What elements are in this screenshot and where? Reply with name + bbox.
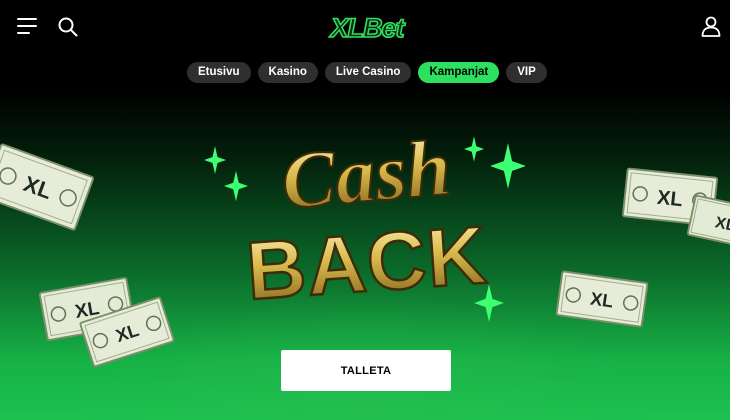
search-icon[interactable] <box>57 16 79 38</box>
money-bill-right-mid: XL <box>555 270 649 328</box>
tab-live-casino[interactable]: Live Casino <box>324 62 412 83</box>
tab-etusivu[interactable]: Etusivu <box>187 62 251 83</box>
site-header: XLBet Etusivu Kasino Live Casino Kampanj… <box>0 0 730 88</box>
tab-kampanjat[interactable]: Kampanjat <box>418 62 500 83</box>
category-nav: Etusivu Kasino Live Casino Kampanjat VIP <box>187 62 547 83</box>
tab-kasino[interactable]: Kasino <box>257 62 318 83</box>
headline-cash: Cash <box>278 124 454 226</box>
bill-text: XL <box>656 187 684 212</box>
headline-back: BACK <box>244 210 491 318</box>
xlbet-logo[interactable]: XLBet <box>322 6 412 48</box>
user-icon[interactable] <box>699 14 723 38</box>
money-bill-left-top: XL <box>0 143 95 231</box>
tab-vip[interactable]: VIP <box>506 62 547 83</box>
money-bill-right-edge: XL <box>686 194 730 248</box>
hamburger-menu-icon[interactable] <box>17 17 37 35</box>
bill-text: XL <box>589 288 615 311</box>
cashback-hero-banner: XL XL XL XL XL XL Cash BACK TALLETA <box>0 88 730 420</box>
logo-text: XLBet <box>328 13 405 43</box>
cashback-headline: Cash BACK <box>242 123 491 319</box>
deposit-button[interactable]: TALLETA <box>281 350 451 391</box>
